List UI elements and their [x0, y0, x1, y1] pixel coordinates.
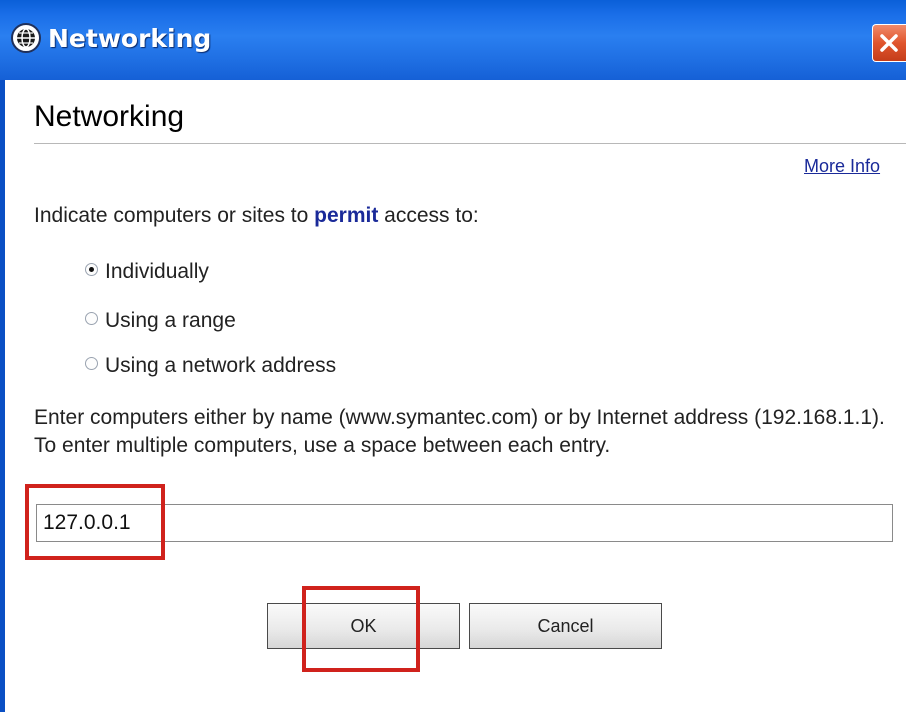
heading-divider	[34, 143, 906, 144]
radio-label-individually: Individually	[105, 260, 209, 283]
close-icon	[880, 34, 898, 52]
permit-emphasis: permit	[314, 204, 379, 227]
input-highlight-box	[25, 484, 165, 560]
radio-button-individually[interactable]	[85, 263, 98, 276]
cancel-button[interactable]: Cancel	[469, 603, 662, 649]
radio-button-range[interactable]	[85, 312, 98, 325]
ok-highlight-box	[302, 586, 420, 672]
access-prompt: Indicate computers or sites to permit ac…	[34, 204, 479, 228]
address-instructions: Enter computers either by name (www.syma…	[34, 406, 885, 457]
page-heading: Networking	[34, 100, 185, 133]
window-title: Networking	[48, 24, 212, 53]
radio-label-range: Using a range	[105, 309, 236, 332]
prompt-text-after: access to:	[378, 204, 479, 227]
window-frame-left	[0, 80, 5, 712]
prompt-text-before: Indicate computers or sites to	[34, 204, 315, 227]
radio-button-network-address[interactable]	[85, 357, 98, 370]
close-button[interactable]	[872, 24, 906, 62]
globe-icon	[10, 22, 42, 54]
radio-label-network-address: Using a network address	[105, 354, 337, 377]
title-bar: Networking	[0, 0, 906, 80]
more-info-link[interactable]: More Info	[804, 156, 880, 177]
